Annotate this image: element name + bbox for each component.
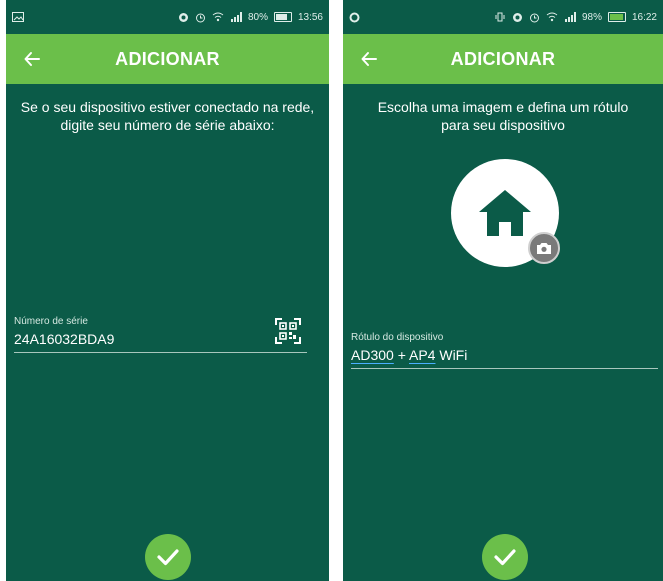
alarm-icon — [195, 12, 206, 23]
battery-percent: 98% — [581, 11, 602, 23]
status-time: 13:56 — [297, 11, 323, 23]
status-bar: 80% 13:56 — [6, 0, 329, 34]
notification-dot-icon — [349, 12, 360, 23]
signal-icon — [230, 12, 242, 22]
device-label-input[interactable]: AD300 + AP4 WiFi — [351, 347, 658, 363]
status-time: 16:22 — [631, 11, 657, 23]
wifi-icon — [546, 12, 558, 22]
label-part-ap4: AP4 — [409, 347, 436, 363]
back-arrow-icon — [361, 52, 377, 66]
serial-number-field[interactable]: Número de série 24A16032BDA9 — [14, 316, 307, 353]
battery-charging-icon — [607, 12, 626, 22]
screen-serial-entry: 80% 13:56 ADICIONAR Se o seu dispositivo… — [6, 0, 329, 581]
signal-icon — [564, 12, 576, 22]
page-title: ADICIONAR — [450, 48, 556, 69]
label-separator: + — [393, 347, 409, 363]
sync-icon — [178, 12, 189, 23]
battery-percent: 80% — [247, 11, 268, 23]
checkmark-icon — [157, 549, 179, 566]
input-underline — [14, 352, 307, 353]
device-label-caption: Rótulo do dispositivo — [351, 332, 444, 343]
serial-number-input[interactable]: 24A16032BDA9 — [14, 331, 307, 347]
back-arrow-icon — [24, 52, 40, 66]
label-part-wifi: WiFi — [435, 347, 468, 363]
status-bar: 98% 16:22 — [343, 0, 663, 34]
back-button[interactable] — [20, 47, 44, 71]
label-part-ad300: AD300 — [351, 347, 394, 363]
qr-scan-icon — [275, 318, 301, 344]
sync-icon — [512, 12, 523, 23]
instruction-text: Se o seu dispositivo estiver conectado n… — [20, 99, 315, 133]
camera-icon — [537, 243, 551, 254]
screen-device-label: 98% 16:22 ADICIONAR Escolha uma imagem e… — [343, 0, 663, 581]
battery-icon — [273, 12, 292, 22]
vibrate-icon — [494, 12, 506, 22]
app-bar: ADICIONAR — [343, 34, 663, 84]
back-button[interactable] — [357, 47, 381, 71]
instruction-text: Escolha uma imagem e defina um rótulo pa… — [377, 99, 629, 133]
wifi-icon — [212, 12, 224, 22]
confirm-button[interactable] — [482, 534, 528, 580]
alarm-icon — [529, 12, 540, 23]
home-icon — [479, 190, 531, 236]
image-icon — [12, 12, 24, 22]
qr-scan-button[interactable] — [274, 317, 302, 345]
app-bar: ADICIONAR — [6, 34, 329, 84]
camera-button[interactable] — [528, 232, 560, 264]
device-label-field[interactable]: Rótulo do dispositivo AD300 + AP4 WiFi — [351, 332, 658, 369]
input-underline — [351, 368, 658, 369]
serial-number-label: Número de série — [14, 316, 88, 327]
checkmark-icon — [494, 549, 516, 566]
page-title: ADICIONAR — [115, 48, 220, 69]
confirm-button[interactable] — [145, 534, 191, 580]
